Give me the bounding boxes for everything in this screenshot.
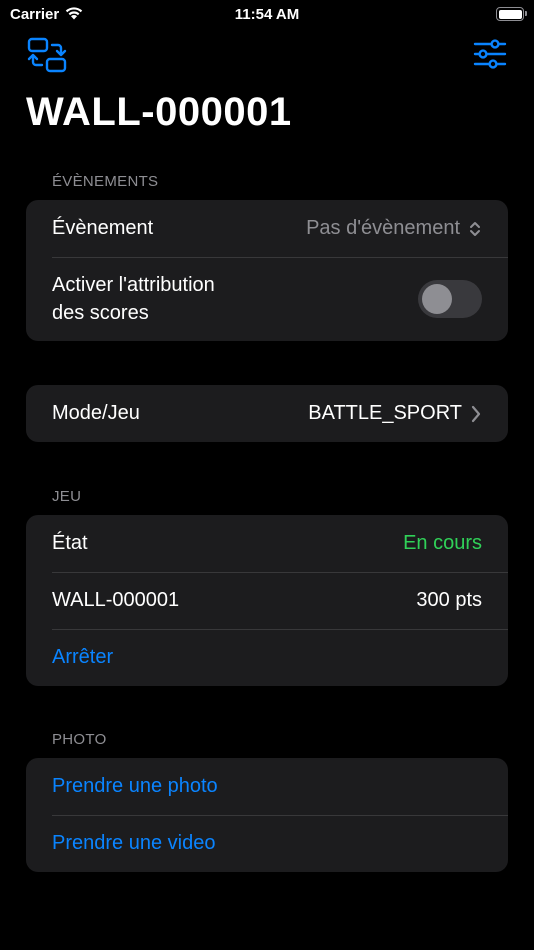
- take-photo-row[interactable]: Prendre une photo: [26, 758, 508, 815]
- scoring-toggle[interactable]: [418, 280, 482, 318]
- take-video-button[interactable]: Prendre une video: [52, 832, 215, 855]
- toggle-knob: [422, 284, 452, 314]
- stop-game-row[interactable]: Arrêter: [26, 629, 508, 686]
- chevron-right-icon: [471, 405, 481, 422]
- wall-score-row: WALL-000001 300 pts: [26, 572, 508, 629]
- scoring-label-line2: des scores: [52, 302, 149, 324]
- game-section-header: JEU: [52, 488, 82, 505]
- battery-icon: [496, 7, 527, 21]
- sliders-icon[interactable]: [472, 38, 508, 70]
- photo-section-header: PHOTO: [52, 731, 107, 748]
- game-group: État En cours WALL-000001 300 pts Arrête…: [26, 515, 508, 686]
- events-section-header: ÉVÈNEMENTS: [52, 173, 159, 190]
- swap-devices-icon[interactable]: [26, 36, 68, 74]
- event-label: Évènement: [52, 217, 154, 239]
- game-state-value: En cours: [403, 532, 482, 554]
- game-state-row: État En cours: [26, 515, 508, 572]
- scoring-label-line1: Activer l'attribution: [52, 274, 215, 296]
- event-value[interactable]: Pas d'évènement: [306, 217, 482, 240]
- mode-group: Mode/Jeu BATTLE_SPORT: [26, 385, 508, 442]
- mode-row[interactable]: Mode/Jeu BATTLE_SPORT: [26, 385, 508, 442]
- mode-value-text: BATTLE_SPORT: [308, 402, 462, 424]
- stop-game-button[interactable]: Arrêter: [52, 646, 113, 669]
- event-picker-row[interactable]: Évènement Pas d'évènement: [26, 200, 508, 257]
- wall-score-value: 300 pts: [416, 589, 482, 611]
- scoring-label: Activer l'attribution des scores: [52, 271, 418, 327]
- events-group: Évènement Pas d'évènement Activer l'attr…: [26, 200, 508, 341]
- event-value-text: Pas d'évènement: [306, 217, 460, 239]
- chevron-up-down-icon: [470, 221, 480, 236]
- page-title: WALL-000001: [26, 90, 292, 134]
- photo-group: Prendre une photo Prendre une video: [26, 758, 508, 872]
- take-video-row[interactable]: Prendre une video: [26, 815, 508, 872]
- status-bar: Carrier 11:54 AM: [0, 0, 534, 30]
- game-state-label: État: [52, 532, 88, 554]
- mode-label: Mode/Jeu: [52, 402, 140, 424]
- mode-value: BATTLE_SPORT: [308, 402, 482, 425]
- wall-name-label: WALL-000001: [52, 589, 180, 611]
- take-photo-button[interactable]: Prendre une photo: [52, 775, 218, 798]
- clock: 11:54 AM: [234, 6, 300, 23]
- scoring-toggle-row: Activer l'attribution des scores: [26, 257, 508, 341]
